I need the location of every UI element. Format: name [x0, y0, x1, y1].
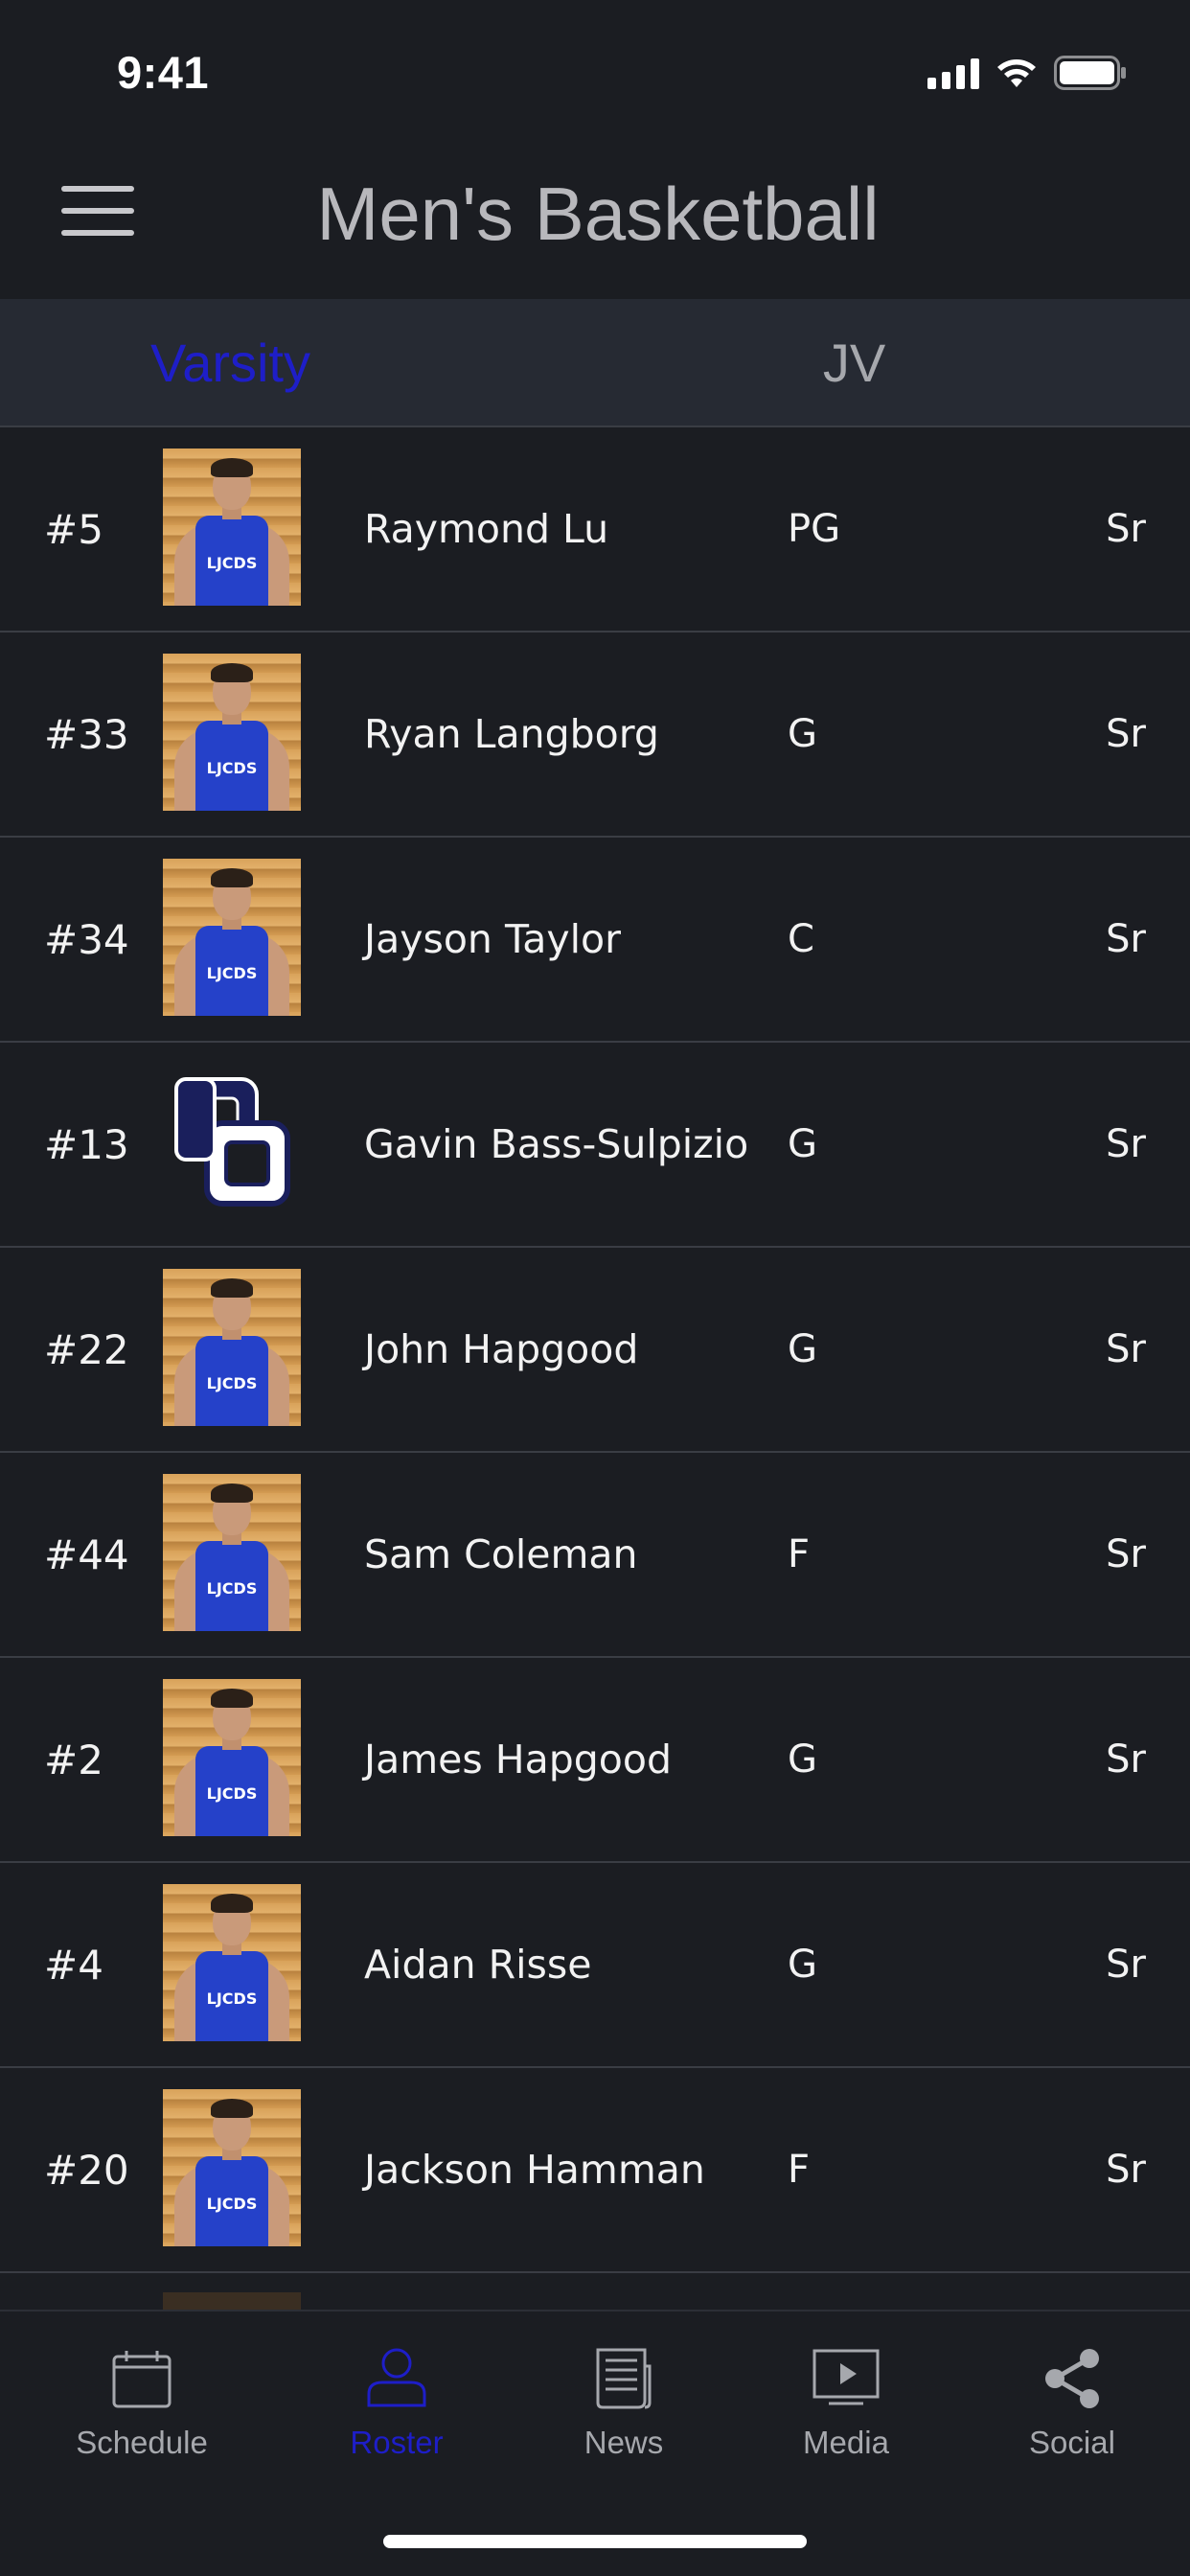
- player-position: F: [788, 1532, 811, 1576]
- player-number: #33: [44, 710, 129, 758]
- player-year: Sr: [1106, 712, 1146, 756]
- player-position: F: [788, 2148, 811, 2192]
- player-number: #20: [44, 2146, 129, 2194]
- tab-social-label: Social: [1029, 2425, 1115, 2460]
- player-number: #2: [44, 1736, 103, 1783]
- player-position: C: [788, 917, 814, 961]
- player-number: #4: [44, 1941, 103, 1989]
- player-number: #34: [44, 915, 129, 963]
- player-photo: LJCDS: [163, 448, 301, 606]
- player-position: G: [788, 1327, 817, 1371]
- player-photo: LJCDS: [163, 1884, 301, 2041]
- battery-icon: [1054, 56, 1127, 90]
- player-photo: LJCDS: [163, 1269, 301, 1426]
- play-screen-icon: [812, 2340, 881, 2417]
- player-name: Jayson Taylor: [364, 916, 621, 962]
- player-number: #13: [44, 1120, 129, 1168]
- tab-media-label: Media: [803, 2425, 889, 2460]
- table-row[interactable]: #44 LJCDS Sam Coleman F Sr: [0, 1453, 1190, 1658]
- tab-schedule-label: Schedule: [76, 2425, 208, 2460]
- player-position: G: [788, 1122, 817, 1166]
- roster-list: #5 LJCDS Raymond Lu PG Sr #33 LJCDS Ryan Langbo…: [0, 427, 1190, 2310]
- player-name: James Hapgood: [364, 1736, 672, 1782]
- jersey-text: LJCDS: [206, 554, 258, 572]
- player-position: G: [788, 1737, 817, 1782]
- person-icon: [363, 2340, 430, 2417]
- newspaper-icon: [595, 2340, 652, 2417]
- table-row[interactable]: #33 LJCDS Ryan Langborg G Sr: [0, 632, 1190, 838]
- player-year: Sr: [1106, 917, 1146, 961]
- player-photo: LJCDS: [163, 859, 301, 1016]
- school-logo: [163, 1064, 301, 1221]
- table-row[interactable]: #20 LJCDS Jackson Hamman F Sr: [0, 2068, 1190, 2273]
- home-indicator: [383, 2535, 807, 2548]
- table-row[interactable]: #2 LJCDS James Hapgood G Sr: [0, 1658, 1190, 1863]
- team-tabs: Varsity JV: [0, 299, 1190, 427]
- tab-varsity[interactable]: Varsity: [0, 299, 595, 426]
- table-row[interactable]: #34 LJCDS Jayson Taylor C Sr: [0, 838, 1190, 1043]
- player-name: Sam Coleman: [364, 1531, 638, 1577]
- table-row[interactable]: #5 LJCDS Raymond Lu PG Sr: [0, 427, 1190, 632]
- status-icons: [927, 56, 1127, 90]
- jersey-text: LJCDS: [206, 2195, 258, 2213]
- player-photo: [163, 2292, 301, 2310]
- header: Men's Basketball: [0, 144, 1190, 297]
- table-row[interactable]: #13 Gavin Bass-Sulpizio G Sr: [0, 1043, 1190, 1248]
- tab-news-label: News: [584, 2425, 664, 2460]
- table-row[interactable]: #4 LJCDS Aidan Risse G Sr: [0, 1863, 1190, 2068]
- player-year: Sr: [1106, 507, 1146, 551]
- player-name: Raymond Lu: [364, 506, 609, 552]
- page-title: Men's Basketball: [316, 172, 880, 256]
- player-number: #5: [44, 505, 103, 553]
- player-photo: LJCDS: [163, 654, 301, 811]
- player-name: Ryan Langborg: [364, 711, 659, 757]
- tab-roster[interactable]: Roster: [291, 2340, 502, 2461]
- jersey-text: LJCDS: [206, 1784, 258, 1803]
- player-number: #22: [44, 1325, 129, 1373]
- bottom-tab-bar: Schedule Roster News Media Social: [0, 2310, 1190, 2576]
- player-photo: LJCDS: [163, 2089, 301, 2246]
- player-year: Sr: [1106, 1737, 1146, 1782]
- tab-media[interactable]: Media: [741, 2340, 951, 2461]
- screen: 9:41 Men's Basketball Varsity JV #5 LJCD…: [0, 0, 1190, 2576]
- status-bar: 9:41: [0, 0, 1190, 144]
- table-row[interactable]: #22 LJCDS John Hapgood G Sr: [0, 1248, 1190, 1453]
- player-position: G: [788, 712, 817, 756]
- tab-roster-label: Roster: [350, 2425, 444, 2460]
- status-time: 9:41: [117, 47, 210, 98]
- jersey-text: LJCDS: [206, 964, 258, 982]
- tab-news[interactable]: News: [518, 2340, 729, 2461]
- player-year: Sr: [1106, 2148, 1146, 2192]
- player-year: Sr: [1106, 1122, 1146, 1166]
- tab-schedule[interactable]: Schedule: [36, 2340, 247, 2461]
- tab-jv[interactable]: JV: [595, 299, 1190, 426]
- player-photo: LJCDS: [163, 1474, 301, 1631]
- player-year: Sr: [1106, 1532, 1146, 1576]
- player-number: #44: [44, 1530, 129, 1578]
- player-year: Sr: [1106, 1943, 1146, 1987]
- jersey-text: LJCDS: [206, 1579, 258, 1598]
- player-name: Aidan Risse: [364, 1942, 592, 1988]
- wifi-icon: [995, 57, 1039, 89]
- tab-social[interactable]: Social: [967, 2340, 1178, 2461]
- player-name: John Hapgood: [364, 1326, 639, 1372]
- jersey-text: LJCDS: [206, 759, 258, 777]
- player-name: Gavin Bass-Sulpizio: [364, 1121, 749, 1167]
- player-position: G: [788, 1943, 817, 1987]
- calendar-icon: [111, 2340, 172, 2417]
- player-photo: LJCDS: [163, 1679, 301, 1836]
- player-name: Jackson Hamman: [364, 2147, 705, 2193]
- player-position: PG: [788, 507, 841, 551]
- share-icon: [1041, 2340, 1103, 2417]
- jersey-text: LJCDS: [206, 1990, 258, 2008]
- table-row-partial[interactable]: [0, 2273, 1190, 2310]
- player-year: Sr: [1106, 1327, 1146, 1371]
- jersey-text: LJCDS: [206, 1374, 258, 1392]
- cellular-signal-icon: [927, 57, 979, 89]
